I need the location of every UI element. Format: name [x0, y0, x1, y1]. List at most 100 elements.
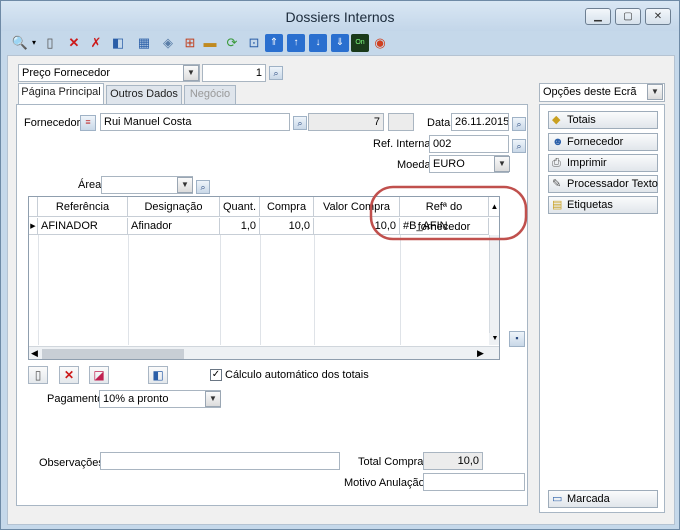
totais-button[interactable]: ◆ Totais: [548, 111, 658, 129]
tab-negocio[interactable]: Negócio: [184, 85, 236, 104]
table-cell[interactable]: AFINADOR: [38, 218, 128, 235]
table-cell[interactable]: Afinador: [128, 218, 220, 235]
scroll-right-icon[interactable]: ▶: [477, 348, 484, 359]
moeda-label: Moeda: [397, 159, 431, 171]
fornecedor-name-field[interactable]: Rui Manuel Costa: [100, 113, 290, 131]
vertical-scrollbar[interactable]: [489, 235, 499, 345]
price-type-value: Preço Fornecedor: [22, 67, 111, 79]
columns-icon[interactable]: ▪: [509, 331, 525, 347]
auto-calc-checkbox[interactable]: ✓: [210, 369, 222, 381]
grid-icon[interactable]: ▦: [135, 34, 153, 52]
button-label: Totais: [567, 114, 596, 126]
search-icon[interactable]: ⌕: [196, 180, 210, 194]
calendar-icon[interactable]: ⌕: [512, 117, 526, 131]
scroll-left-icon[interactable]: ◀: [31, 348, 38, 359]
price-type-select[interactable]: Preço Fornecedor: [18, 64, 200, 82]
erase-button[interactable]: ◪: [89, 366, 109, 384]
search-icon[interactable]: ⌕: [269, 66, 283, 80]
next-record-icon[interactable]: ↓: [309, 34, 327, 52]
previous-record-icon[interactable]: ↑: [287, 34, 305, 52]
chevron-down-icon[interactable]: ▼: [494, 156, 510, 172]
terminal-icon[interactable]: On: [351, 34, 369, 52]
processador-texto-button[interactable]: ✎ Processador Texto: [548, 175, 658, 193]
chevron-down-icon[interactable]: ▼: [647, 84, 663, 100]
fornecedor-label: Fornecedor: [24, 117, 81, 129]
tab-outros-dados[interactable]: Outros Dados: [106, 85, 182, 104]
date-field[interactable]: 26.11.2015: [451, 113, 509, 131]
printer-icon: ⎙: [552, 157, 561, 169]
scrollbar-thumb[interactable]: [42, 349, 184, 359]
search-icon[interactable]: ⌕: [512, 139, 526, 153]
scroll-down-icon[interactable]: ▼: [489, 333, 499, 345]
area-label: Área: [78, 179, 102, 191]
new-document-icon[interactable]: ▯: [41, 34, 59, 52]
fornecedor-extra-field[interactable]: [388, 113, 414, 131]
tab-label: Negócio: [189, 88, 231, 100]
first-record-icon[interactable]: ⇑: [265, 34, 283, 52]
date-value: 26.11.2015: [455, 116, 509, 128]
marker-icon: ▭: [552, 493, 563, 505]
search-icon[interactable]: ⌕: [293, 116, 307, 130]
motivo-anulacao-label: Motivo Anulação: [344, 477, 425, 489]
col-header-referencia[interactable]: Referência: [38, 197, 128, 217]
table-cell[interactable]: 1,0: [220, 218, 260, 235]
moeda-value: EURO: [433, 158, 465, 170]
pagamento-label: Pagamento: [47, 393, 104, 405]
total-compra-value: 10,0: [457, 455, 479, 467]
imprimir-button[interactable]: ⎙ Imprimir: [548, 154, 658, 172]
hierarchy-icon[interactable]: ⊞: [181, 34, 199, 52]
total-compra-field[interactable]: 10,0: [423, 452, 483, 470]
button-label: Etiquetas: [567, 199, 613, 211]
main-window: Dossiers Internos ▁ ▢ ✕ 🔍 ▾ ▯ ✕ ✗ ◧ ▦ ◈ …: [0, 0, 680, 530]
cancel-icon[interactable]: ✗: [87, 34, 105, 52]
col-header-quant[interactable]: Quant.: [220, 197, 260, 217]
etiquetas-button[interactable]: ▤ Etiquetas: [548, 196, 658, 214]
chevron-down-icon[interactable]: ▼: [177, 177, 193, 193]
preview-icon[interactable]: ⊡: [245, 34, 263, 52]
grid-divider: [400, 235, 401, 345]
fornecedor-number-value: 7: [373, 116, 380, 128]
help-icon[interactable]: ◉: [371, 34, 389, 52]
quantity-field[interactable]: 1: [202, 64, 266, 82]
observacoes-label: Observações: [39, 457, 104, 469]
button-label: Fornecedor: [567, 136, 624, 148]
highlight-annotation: [369, 185, 528, 241]
maximize-button[interactable]: ▢: [615, 8, 641, 25]
title-bar: Dossiers Internos ▁ ▢ ✕: [1, 1, 679, 31]
archive-icon[interactable]: ◈: [159, 34, 177, 52]
fornecedor-number-field[interactable]: 7: [308, 113, 384, 131]
table-cell[interactable]: 10,0: [260, 218, 314, 235]
ref-interna-field[interactable]: 002: [429, 135, 509, 153]
add-row-button[interactable]: ▯: [28, 366, 48, 384]
list-icon[interactable]: ≡: [80, 115, 96, 131]
motivo-anulacao-field[interactable]: [423, 473, 525, 491]
pagamento-select[interactable]: 10% a pronto: [99, 390, 221, 408]
edit-row-button[interactable]: ◧: [148, 366, 168, 384]
chevron-down-icon[interactable]: ▼: [205, 391, 221, 407]
observacoes-field[interactable]: [100, 452, 340, 470]
tab-pagina-principal[interactable]: Página Principal: [18, 83, 104, 105]
last-record-icon[interactable]: ⇓: [331, 34, 349, 52]
col-header-compra[interactable]: Compra: [260, 197, 314, 217]
grid-divider: [128, 235, 129, 345]
grid-divider: [314, 235, 315, 345]
delete-row-button[interactable]: ✕: [59, 366, 79, 384]
folder-icon[interactable]: ▬: [201, 34, 219, 52]
row-pointer-icon: ▶: [29, 218, 38, 235]
close-window-button[interactable]: ✕: [645, 8, 671, 25]
marcada-button[interactable]: ▭ Marcada: [548, 490, 658, 508]
user-icon: ☻: [552, 136, 564, 148]
quantity-value: 1: [255, 67, 262, 79]
chevron-down-icon[interactable]: ▼: [183, 65, 199, 81]
button-label: Processador Texto: [567, 178, 658, 190]
minimize-button[interactable]: ▁: [585, 8, 611, 25]
edit-icon[interactable]: ◧: [109, 34, 127, 52]
grid-divider: [220, 235, 221, 345]
refresh-icon[interactable]: ⟳: [223, 34, 241, 52]
fornecedor-button[interactable]: ☻ Fornecedor: [548, 133, 658, 151]
horizontal-scrollbar[interactable]: ◀ ▶: [29, 346, 499, 359]
button-label: Imprimir: [567, 157, 607, 169]
delete-icon[interactable]: ✕: [65, 34, 83, 52]
auto-calc-label: Cálculo automático dos totais: [225, 369, 369, 381]
col-header-designacao[interactable]: Designação: [128, 197, 220, 217]
